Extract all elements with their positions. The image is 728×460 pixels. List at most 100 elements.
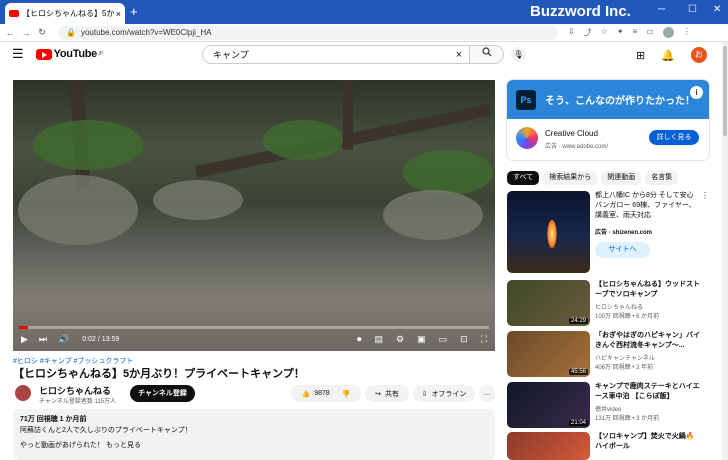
new-tab-button[interactable]: + bbox=[130, 4, 138, 19]
youtube-logo[interactable]: YouTube JP bbox=[35, 48, 104, 60]
profile-avatar[interactable] bbox=[662, 27, 674, 38]
rec-channel: ヒロシちゃんねる bbox=[595, 305, 644, 311]
description-box[interactable]: 71万 回視聴 1 か月前 阿蘇訪くんと2人で久しぶりのプライベートキャンプ！ … bbox=[13, 409, 495, 460]
notifications-bell-icon[interactable]: 🔔 bbox=[661, 49, 675, 62]
rec-channel: 徳井video bbox=[595, 407, 622, 413]
subscribe-button[interactable]: チャンネル登録 bbox=[130, 385, 195, 402]
player-controls: ▶ ⏭ 🔊 0:02 / 13:59 ⏺ ▤ ⚙ ▣ ▭ ⊡ ⛶ bbox=[13, 331, 495, 347]
ad-banner[interactable]: Ps そう、こんなのが作りたかった！ i bbox=[507, 80, 709, 119]
lock-icon: 🔒 bbox=[66, 28, 76, 37]
progress-fill bbox=[19, 326, 29, 329]
channel-avatar[interactable] bbox=[15, 385, 31, 401]
like-dislike-button[interactable]: 👍 9878 👎 bbox=[291, 385, 361, 402]
close-window-icon[interactable]: ✕ bbox=[713, 4, 721, 15]
logo-text: YouTube bbox=[53, 48, 98, 60]
extensions-icon[interactable]: ✦ bbox=[617, 27, 624, 38]
search-input[interactable]: キャンプ bbox=[203, 48, 449, 61]
like-count: 9878 bbox=[314, 390, 330, 397]
miniplayer-icon[interactable]: ▣ bbox=[417, 334, 426, 345]
more-options-icon[interactable]: ⋮ bbox=[701, 191, 709, 200]
clear-search-icon[interactable]: × bbox=[449, 49, 469, 61]
scene-rock bbox=[153, 180, 243, 220]
create-video-icon[interactable]: ⊞ bbox=[636, 49, 645, 62]
video-duration: 21:04 bbox=[568, 420, 588, 426]
browser-menu-icon[interactable]: ⋮ bbox=[683, 27, 691, 38]
url-field[interactable]: 🔒 youtube.com/watch?v=WE0Clpji_HA bbox=[58, 25, 558, 40]
back-icon[interactable]: ← bbox=[4, 28, 16, 38]
scrollbar-thumb[interactable] bbox=[723, 46, 727, 136]
reading-list-icon[interactable]: ≡ bbox=[633, 27, 638, 38]
rec-views: 131万 回視聴 • 3 か月前 bbox=[595, 416, 660, 422]
video-duration: 24:29 bbox=[568, 318, 588, 324]
share-arrow-icon: ↪ bbox=[375, 390, 381, 398]
list-item[interactable]: 【ソロキャンプ】焚火で火鍋🔥ハイボール bbox=[507, 432, 709, 460]
bookmark-star-icon[interactable]: ☆ bbox=[601, 27, 608, 38]
rec-title: 都上八幡IC から8分 そして安心 バンガロー 69棟、ファイヤー、講義室、雨天… bbox=[595, 192, 696, 219]
chip-quotes[interactable]: 名言集 bbox=[645, 171, 679, 185]
video-thumbnail[interactable]: 24:29 bbox=[507, 280, 590, 326]
microphone-icon[interactable]: 🎙 bbox=[511, 47, 526, 62]
site-button[interactable]: サイトへ bbox=[595, 242, 650, 258]
tab-title: 【ヒロシちゃんねる】5か月ぶり！プライベ bbox=[22, 9, 114, 18]
subtitles-icon[interactable]: ▤ bbox=[375, 334, 384, 345]
play-icon[interactable]: ▶ bbox=[21, 334, 28, 345]
share-icon[interactable]: ⤴ bbox=[584, 27, 592, 38]
sidebar-ad[interactable]: Ps そう、こんなのが作りたかった！ i Creative Cloud 広告 ·… bbox=[507, 80, 709, 160]
autoplay-toggle-icon[interactable]: ⏺ bbox=[357, 334, 362, 345]
show-more-link[interactable]: もっと見る bbox=[106, 442, 141, 449]
related-filter-chips: すべて 検索結果から 関連動画 名言集 bbox=[507, 171, 709, 185]
fullscreen-icon[interactable]: ⛶ bbox=[481, 334, 487, 345]
list-item[interactable]: 45:56 「おぎやはぎのハピキャン」バイきんぐ西村流冬キャンプ〜... ハピキ… bbox=[507, 331, 709, 377]
rec-views: 100万 回視聴 • 6 か月前 bbox=[595, 314, 660, 320]
ad-sponsor: 広告 · www.adobe.com/ bbox=[545, 144, 609, 150]
sidepanel-icon[interactable]: ▭ bbox=[646, 27, 654, 38]
search-button[interactable] bbox=[469, 46, 503, 63]
offline-download-button[interactable]: ⇩ オフライン bbox=[413, 385, 475, 402]
video-thumbnail[interactable] bbox=[507, 191, 590, 273]
video-player[interactable]: ▶ ⏭ 🔊 0:02 / 13:59 ⏺ ▤ ⚙ ▣ ▭ ⊡ ⛶ bbox=[13, 80, 495, 351]
browser-tab[interactable]: 【ヒロシちゃんねる】5か月ぶり！プライベ × bbox=[5, 3, 125, 24]
user-avatar[interactable]: お bbox=[690, 47, 707, 63]
chip-all[interactable]: すべて bbox=[507, 171, 540, 185]
rec-title: 【ソロキャンプ】焚火で火鍋🔥ハイボール bbox=[595, 433, 695, 450]
offline-label: オフライン bbox=[431, 390, 467, 398]
reload-icon[interactable]: ↻ bbox=[36, 27, 48, 38]
next-icon[interactable]: ⏭ bbox=[39, 334, 47, 345]
channel-row: ヒロシちゃんねる チャンネル登録者数 115万人 チャンネル登録 👍 9878 … bbox=[13, 383, 495, 405]
chip-from-search[interactable]: 検索結果から bbox=[543, 171, 598, 185]
forward-icon[interactable]: → bbox=[20, 28, 32, 38]
list-item[interactable]: 24:29 【ヒロシちゃんねる】ウッドストーブでソロキャンプ ヒロシちゃんねる … bbox=[507, 280, 709, 326]
page-scrollbar[interactable] bbox=[722, 42, 728, 460]
chip-related[interactable]: 関連動画 bbox=[601, 171, 642, 185]
list-item[interactable]: 都上八幡IC から8分 そして安心 バンガロー 69棟、ファイヤー、講義室、雨天… bbox=[507, 191, 709, 273]
more-actions-button[interactable]: … bbox=[479, 385, 495, 402]
share-label: 共有 bbox=[384, 390, 399, 398]
download-icon[interactable]: ⇩ bbox=[568, 27, 575, 38]
volume-icon[interactable]: 🔊 bbox=[58, 334, 69, 345]
scene-moss bbox=[403, 150, 493, 195]
settings-gear-icon[interactable]: ⚙ bbox=[396, 334, 404, 345]
share-button[interactable]: ↪ 共有 bbox=[365, 385, 409, 402]
video-thumbnail[interactable]: 45:56 bbox=[507, 331, 590, 377]
video-thumbnail[interactable] bbox=[507, 432, 590, 460]
progress-bar[interactable] bbox=[19, 326, 489, 329]
ad-headline: そう、こんなのが作りたかった！ bbox=[545, 96, 695, 107]
theater-mode-icon[interactable]: ▭ bbox=[439, 334, 448, 345]
video-thumbnail[interactable]: 21:04 bbox=[507, 382, 590, 428]
address-bar: ← → ↻ 🔒 youtube.com/watch?v=WE0Clpji_HA … bbox=[0, 24, 728, 42]
search-box[interactable]: キャンプ × bbox=[202, 45, 504, 64]
rec-channel: ハピキャンチャンネル bbox=[595, 356, 655, 362]
scene-rock bbox=[383, 190, 483, 240]
maximize-icon[interactable]: ☐ bbox=[688, 4, 697, 15]
ad-cta-button[interactable]: 詳しく見る bbox=[649, 130, 699, 145]
list-item[interactable]: 21:04 キャンプで鹿肉ステーキとハイエース車中泊 【こらぼ飯】 徳井vide… bbox=[507, 382, 709, 428]
tab-close-icon[interactable]: × bbox=[116, 9, 121, 19]
minimize-icon[interactable]: ─ bbox=[658, 4, 665, 15]
info-icon[interactable]: i bbox=[690, 86, 703, 99]
brand-overlay: Buzzword Inc. bbox=[530, 3, 631, 20]
cast-icon[interactable]: ⊡ bbox=[460, 334, 468, 345]
youtube-favicon-icon bbox=[9, 10, 19, 17]
hamburger-menu-icon[interactable]: ☰ bbox=[12, 46, 24, 62]
video-title: 【ヒロシちゃんねる】5か月ぶり！プライベートキャンプ！ bbox=[13, 368, 305, 380]
photoshop-logo-icon: Ps bbox=[516, 89, 536, 110]
